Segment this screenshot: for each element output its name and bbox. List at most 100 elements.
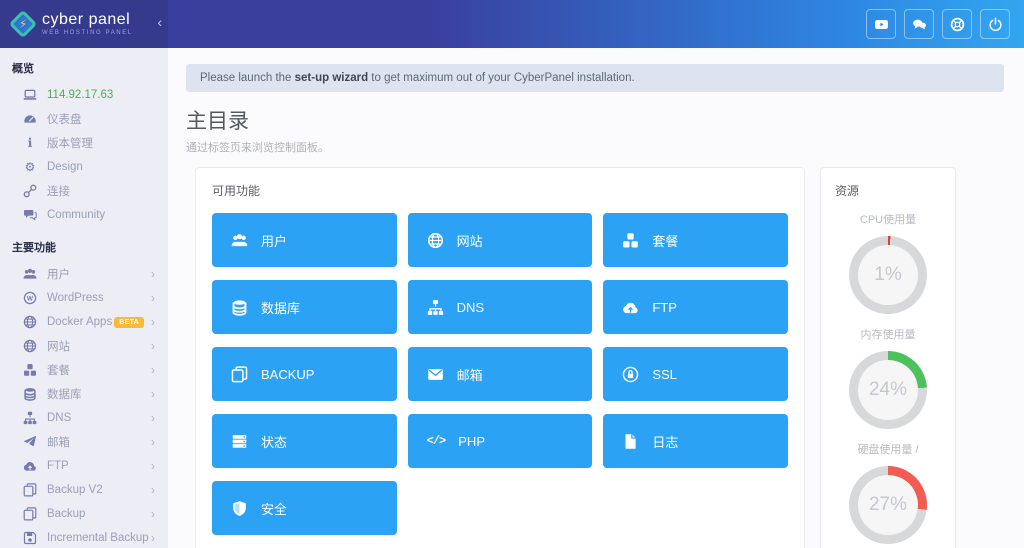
resources-panel-title: 资源: [835, 184, 860, 198]
sidebar-item-incremental-backup[interactable]: Incremental Backup ›: [0, 526, 168, 548]
sidebar-item-label: Design: [47, 161, 83, 173]
sidebar-item-community[interactable]: Community: [0, 203, 168, 227]
sidebar-item-email[interactable]: 邮箱 ›: [0, 430, 168, 454]
feature-button-email[interactable]: 邮箱: [407, 347, 593, 401]
power-icon: [988, 17, 1003, 32]
banner-text: to get maximum out of your CyberPanel in…: [368, 72, 635, 84]
chevron-right-icon: ›: [151, 387, 155, 401]
chevron-right-icon: ›: [151, 339, 155, 353]
sidebar-item-databases[interactable]: 数据库 ›: [0, 382, 168, 406]
copy-icon: [231, 366, 248, 383]
sidebar-item-server-ip[interactable]: 114.92.17.63: [0, 83, 168, 107]
feature-label: FTP: [652, 299, 677, 315]
globe-icon: [23, 339, 37, 353]
feature-label: 用户: [261, 233, 288, 249]
sidebar-item-label: DNS: [47, 412, 72, 424]
sidebar-item-dns[interactable]: DNS ›: [0, 406, 168, 430]
available-features-panel: 可用功能 用户 网站 套餐 数据库 DNS FTP BACKUP 邮箱 SSL …: [195, 167, 805, 548]
sidebar-item-label: 仪表盘: [47, 114, 82, 126]
sidebar-item-label: Backup V2: [47, 484, 103, 496]
youtube-icon: [874, 17, 889, 32]
setup-wizard-link[interactable]: set-up wizard: [295, 72, 368, 84]
youtube-button[interactable]: [866, 9, 896, 39]
page-subtitle: 通过标签页来浏览控制面板。: [186, 142, 329, 154]
feature-button-websites[interactable]: 网站: [407, 213, 593, 267]
info-icon: i: [27, 136, 33, 150]
sidebar-item-label: 数据库: [47, 389, 82, 401]
sidebar-item-dashboard[interactable]: 仪表盘: [0, 107, 168, 131]
feature-label: BACKUP: [261, 366, 315, 382]
feature-grid: 用户 网站 套餐 数据库 DNS FTP BACKUP 邮箱 SSL 状态 </…: [212, 213, 788, 535]
globe-icon: [427, 232, 444, 249]
main-content: Please launch the set-up wizard to get m…: [168, 48, 1024, 548]
copy-icon: [23, 483, 37, 497]
memory-usage-value: 24%: [858, 360, 918, 420]
database-icon: [23, 387, 37, 401]
feature-label: 套餐: [652, 233, 679, 249]
sidebar-item-design[interactable]: ⚙ Design: [0, 155, 168, 179]
cubes-icon: [622, 232, 639, 249]
cpu-gauge-label: CPU使用量: [859, 214, 917, 226]
sidebar-item-label: 版本管理: [47, 138, 93, 150]
feature-label: 邮箱: [456, 367, 483, 383]
sidebar-section-overview: 概览: [12, 63, 34, 75]
support-button[interactable]: [942, 9, 972, 39]
chevron-right-icon: ›: [151, 291, 155, 305]
feature-button-dns[interactable]: DNS: [407, 280, 593, 334]
sidebar-item-version[interactable]: i 版本管理: [0, 131, 168, 155]
feature-button-databases[interactable]: 数据库: [212, 280, 397, 334]
chevron-right-icon: ›: [151, 267, 155, 281]
sidebar-item-users[interactable]: 用户 ›: [0, 262, 168, 286]
chevron-right-icon: ›: [151, 315, 155, 329]
sidebar-item-label: Docker Apps: [47, 316, 113, 328]
globe-icon: [23, 315, 37, 329]
feature-button-backup[interactable]: BACKUP: [212, 347, 397, 401]
sidebar-item-label: Incremental Backup: [47, 532, 149, 544]
chevron-right-icon: ›: [151, 507, 155, 521]
sidebar-item-packages[interactable]: 套餐 ›: [0, 358, 168, 382]
code-icon: </>: [426, 434, 447, 448]
feature-label: 数据库: [261, 300, 301, 316]
sidebar-item-backup[interactable]: Backup ›: [0, 502, 168, 526]
feature-button-security[interactable]: 安全: [212, 481, 397, 535]
feature-button-php[interactable]: </> PHP: [407, 414, 593, 468]
feature-label: PHP: [458, 433, 485, 449]
sidebar-item-ftp[interactable]: FTP ›: [0, 454, 168, 478]
logout-button[interactable]: [980, 9, 1010, 39]
server-icon: [231, 433, 248, 450]
chat-button[interactable]: [904, 9, 934, 39]
chevron-right-icon: ›: [151, 531, 155, 545]
sidebar-item-backup-v2[interactable]: Backup V2 ›: [0, 478, 168, 502]
page-title: 主目录: [186, 110, 249, 133]
memory-gauge-label: 内存使用量: [860, 329, 916, 341]
sidebar-collapse-icon[interactable]: ‹: [157, 15, 162, 29]
disk-gauge-label: 硬盘使用量 /: [857, 444, 919, 456]
cyberpanel-logo-icon: ⚡: [8, 9, 38, 39]
cpu-gauge-block: CPU使用量 1%: [821, 211, 955, 314]
sidebar-item-label: 套餐: [47, 365, 70, 377]
feature-button-users[interactable]: 用户: [212, 213, 397, 267]
beta-badge: BETA: [114, 316, 144, 328]
memory-gauge-block: 内存使用量 24%: [821, 326, 955, 429]
disk-usage-gauge: 27%: [849, 466, 927, 544]
feature-label: SSL: [652, 366, 677, 382]
brand-name: cyber panel: [42, 11, 131, 28]
sidebar-item-websites[interactable]: 网站 ›: [0, 334, 168, 358]
shield-icon: [231, 500, 248, 517]
chevron-right-icon: ›: [151, 411, 155, 425]
sidebar-item-connections[interactable]: 连接: [0, 179, 168, 203]
feature-button-packages[interactable]: 套餐: [603, 213, 788, 267]
feature-button-ftp[interactable]: FTP: [603, 280, 788, 334]
memory-usage-gauge: 24%: [849, 351, 927, 429]
sidebar-item-docker-apps[interactable]: Docker Apps BETA ›: [0, 310, 168, 334]
sidebar-item-label: 连接: [47, 186, 70, 198]
feature-button-ssl[interactable]: SSL: [603, 347, 788, 401]
sidebar-section-main: 主要功能: [12, 242, 56, 254]
features-panel-title: 可用功能: [212, 184, 261, 198]
chevron-right-icon: ›: [151, 459, 155, 473]
sidebar-item-label: WordPress: [47, 292, 104, 304]
feature-button-logs[interactable]: 日志: [603, 414, 788, 468]
feature-button-status[interactable]: 状态: [212, 414, 397, 468]
gear-icon: ⚙: [24, 160, 36, 174]
sidebar-item-wordpress[interactable]: WordPress ›: [0, 286, 168, 310]
